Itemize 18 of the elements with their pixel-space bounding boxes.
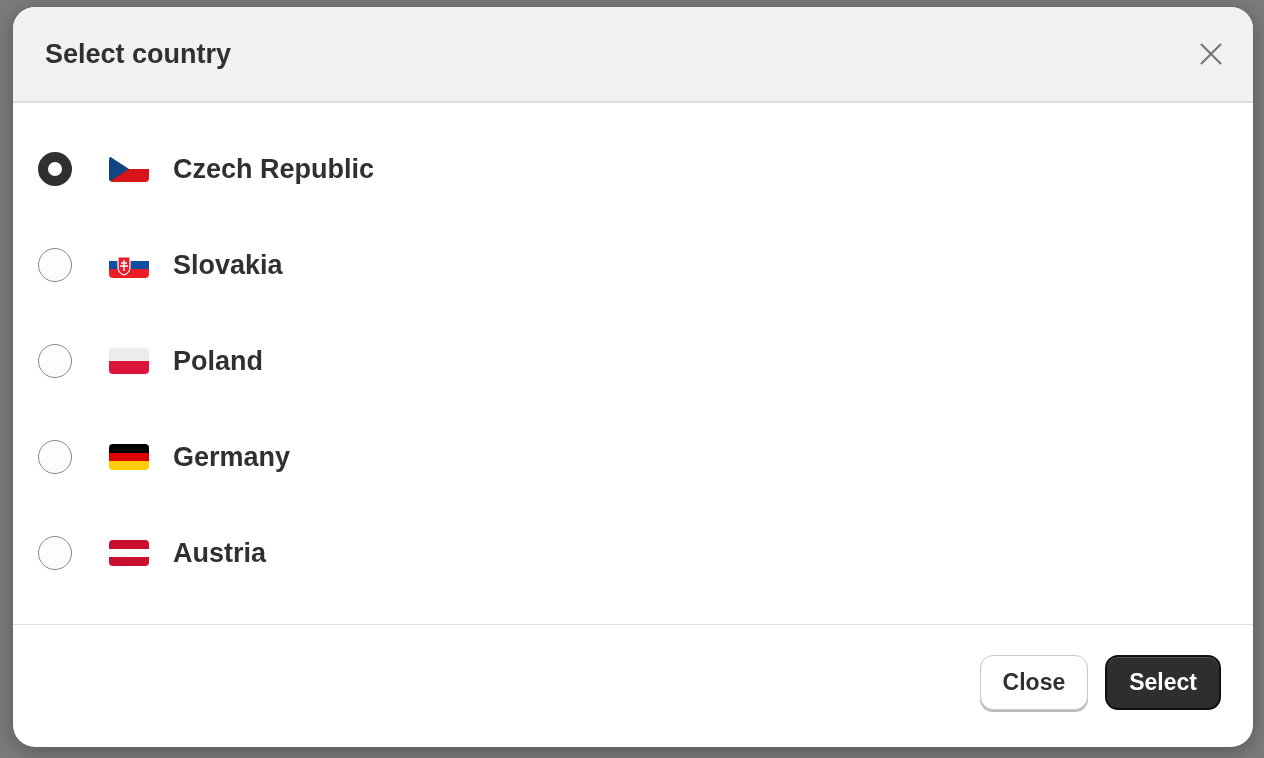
flag-icon — [109, 540, 149, 566]
radio-button[interactable] — [38, 536, 72, 570]
country-name[interactable]: Czech Republic — [173, 153, 375, 185]
flag-icon — [109, 156, 149, 182]
select-button[interactable]: Select — [1105, 654, 1221, 710]
flag-icon — [109, 348, 149, 374]
country-name[interactable]: Austria — [173, 537, 267, 569]
close-icon — [1199, 42, 1223, 66]
radio-button[interactable] — [38, 344, 72, 378]
close-button[interactable]: Close — [979, 654, 1089, 710]
radio-button[interactable] — [38, 248, 72, 282]
country-name[interactable]: Germany — [173, 441, 291, 473]
dialog-title: Select country — [45, 38, 232, 70]
flag-icon — [109, 444, 149, 470]
country-name[interactable]: Slovakia — [173, 249, 283, 281]
radio-button[interactable] — [38, 152, 72, 186]
radio-button[interactable] — [38, 440, 72, 474]
country-name[interactable]: Poland — [173, 345, 263, 377]
